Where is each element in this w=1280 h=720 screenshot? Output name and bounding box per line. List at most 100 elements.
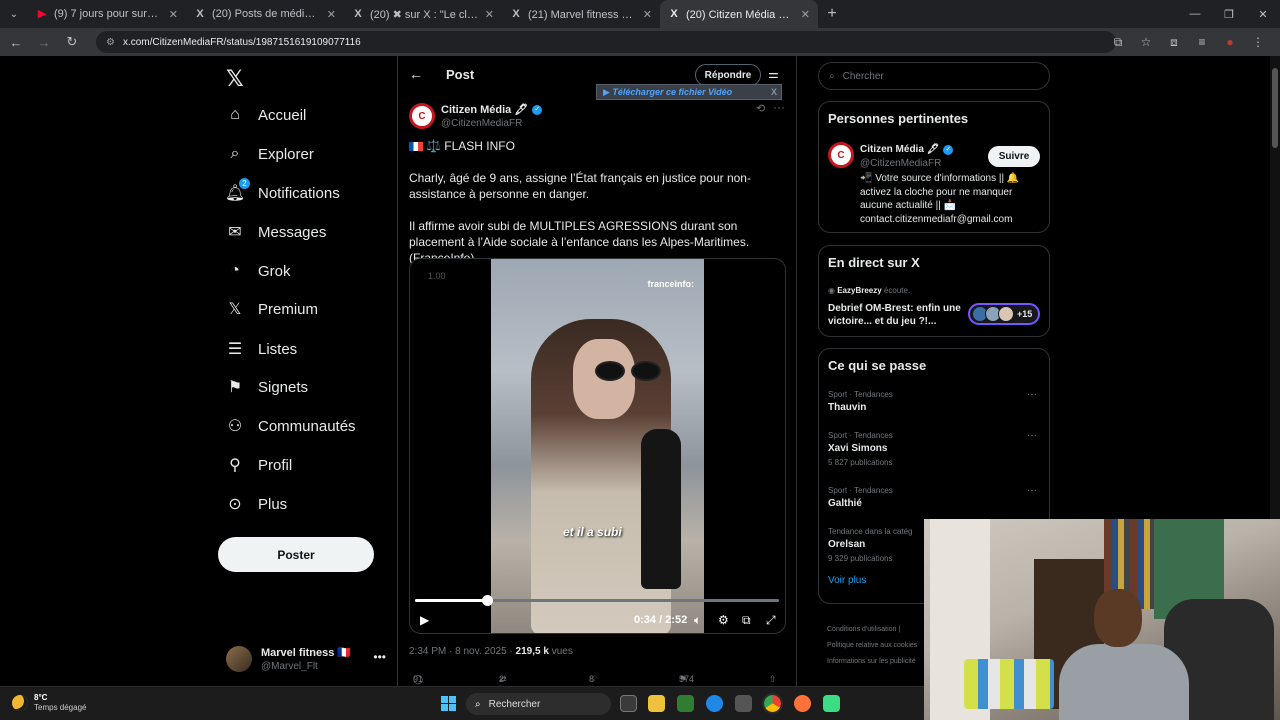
trend-category: Sport · Tendances: [828, 431, 893, 440]
account-switcher[interactable]: Marvel fitness 🇫🇷 @Marvel_Flt •••: [226, 644, 386, 674]
windows-start-icon[interactable]: [441, 696, 456, 711]
forward-arrow-icon[interactable]: →: [32, 30, 56, 54]
close-tab-icon[interactable]: ✕: [485, 8, 494, 21]
close-tab-icon[interactable]: ✕: [643, 8, 652, 21]
browser-tab-1[interactable]: ▶ (9) 7 jours pour survivre en Jun ✕: [28, 0, 186, 28]
extensions-icon[interactable]: ⧈: [1160, 30, 1188, 54]
reload-icon[interactable]: ↻: [60, 30, 84, 54]
trend-count: 5 827 publications: [828, 458, 893, 467]
taskbar-search-label: Rechercher: [488, 698, 541, 710]
firefox-icon[interactable]: [794, 695, 811, 712]
address-bar-row: ← → ↻ ⚙ x.com/CitizenMediaFR/status/1987…: [0, 28, 1280, 56]
nav-home[interactable]: ⌂ Accueil: [226, 97, 306, 133]
search-icon: ⌕: [829, 70, 835, 82]
nav-label: Grok: [258, 262, 291, 280]
nav-more[interactable]: ⊙ Plus: [226, 486, 287, 522]
video-scrub-handle[interactable]: [481, 595, 493, 606]
reply-count: 91: [413, 674, 424, 684]
nav-grok[interactable]: ◔ Grok: [226, 253, 291, 289]
browser-menu-icon[interactable]: ⋮: [1244, 30, 1272, 54]
reply-button[interactable]: Répondre: [695, 64, 761, 86]
close-tab-icon[interactable]: ✕: [169, 8, 178, 21]
settings-gear-icon[interactable]: ⚙: [718, 613, 729, 627]
video-progress-bar[interactable]: [415, 595, 779, 606]
nav-lists[interactable]: ☰ Listes: [226, 331, 297, 367]
relevant-name[interactable]: Citizen Média 🖋 ✓: [860, 144, 954, 155]
restore-icon[interactable]: ❐: [1212, 0, 1246, 28]
taskbar-search[interactable]: ⌕ Rechercher: [466, 693, 611, 715]
tab-title: (9) 7 jours pour survivre en Jun: [54, 8, 163, 20]
nav-profile[interactable]: ⚲ Profil: [226, 447, 292, 483]
video-player[interactable]: 1.00 franceinfo: et il a subi ▶ 0:34 / 2…: [409, 258, 786, 634]
play-icon[interactable]: ▶: [420, 613, 429, 627]
store-icon[interactable]: [735, 695, 752, 712]
back-arrow-icon[interactable]: ←: [4, 30, 28, 54]
video-progress-fill: [415, 599, 487, 602]
author-handle: @CitizenMediaFR: [441, 118, 523, 129]
account-name: Marvel fitness 🇫🇷: [261, 647, 352, 659]
close-tab-icon[interactable]: ✕: [801, 8, 810, 21]
fullscreen-icon[interactable]: ⤢: [766, 613, 776, 628]
nav-communities[interactable]: ⚇ Communautés: [226, 408, 356, 444]
download-video-banner[interactable]: ▶ Télécharger ce fichier Vidéo X: [596, 84, 782, 100]
xbox-icon[interactable]: [677, 695, 694, 712]
browser-tab-2[interactable]: X (20) Posts de médias de BMS | X ✕: [186, 0, 344, 28]
volume-icon[interactable]: 🔈︎: [694, 613, 701, 628]
browser-tab-5[interactable]: X (20) Citizen Média 🖋 sur X : "🇫🇷 ✕: [660, 0, 818, 28]
nav-explore[interactable]: ⌕ Explorer: [226, 136, 314, 172]
post-button[interactable]: Poster: [218, 537, 374, 572]
more-dots-icon[interactable]: ···: [1027, 430, 1037, 441]
nav-notifications[interactable]: 🔔︎ 2 Notifications: [225, 175, 340, 211]
url-field[interactable]: ⚙ x.com/CitizenMediaFR/status/1987151619…: [96, 31, 1116, 53]
tab-search-chevron-icon[interactable]: ⌄: [0, 0, 28, 28]
video-frame[interactable]: franceinfo: et il a subi: [491, 259, 704, 633]
back-arrow-icon[interactable]: ←: [409, 66, 423, 82]
tweet-author[interactable]: C Citizen Média 🖋 ✓ @CitizenMediaFR: [409, 102, 543, 130]
scrollbar-thumb[interactable]: [1272, 68, 1278, 148]
more-dots-icon[interactable]: ···: [1027, 389, 1037, 400]
picture-in-picture-icon[interactable]: ⧉: [742, 613, 751, 628]
search-input[interactable]: ⌕ Chercher: [818, 62, 1050, 90]
tweet-timestamp[interactable]: 2:34 PM · 8 nov. 2025 ·: [409, 646, 516, 657]
nav-messages[interactable]: ✉ Messages: [226, 214, 326, 250]
sliders-icon[interactable]: ⚌: [768, 67, 779, 81]
share-icon[interactable]: ⇧: [769, 674, 777, 685]
see-more-link[interactable]: Voir plus: [828, 575, 866, 586]
bookmark-star-icon[interactable]: ☆: [1132, 30, 1160, 54]
close-window-icon[interactable]: ✕: [1246, 0, 1280, 28]
footer-link[interactable]: Informations sur les publicité: [827, 654, 917, 670]
more-dots-icon[interactable]: •••: [373, 650, 386, 664]
avatar[interactable]: C: [828, 142, 854, 168]
task-view-icon[interactable]: [620, 695, 637, 712]
space-title[interactable]: Debrief OM-Brest: enfin une victoire... …: [828, 302, 964, 328]
close-banner-icon[interactable]: X: [771, 87, 777, 97]
site-info-icon[interactable]: ⚙: [106, 37, 115, 48]
grok-icon: ◔: [230, 262, 240, 279]
nav-premium[interactable]: 𝕏 Premium: [226, 291, 318, 327]
x-logo-icon[interactable]: 𝕏: [226, 66, 244, 92]
grok-explain-icon[interactable]: ⟲: [756, 102, 765, 115]
reading-list-icon[interactable]: ≡: [1188, 30, 1216, 54]
space-listeners[interactable]: +15: [968, 303, 1040, 325]
browser-tab-3[interactable]: X (20) ✖ sur X : "Le clash booba ✕: [344, 0, 502, 28]
more-dots-icon[interactable]: ···: [773, 100, 785, 114]
footer-link[interactable]: Politique relative aux cookies: [827, 638, 917, 654]
chrome-icon[interactable]: [762, 693, 783, 714]
tab-title: (20) Posts de médias de BMS | X: [212, 8, 321, 20]
footer-link[interactable]: Conditions d'utilisation |: [827, 622, 917, 638]
edge-icon[interactable]: [706, 695, 723, 712]
file-explorer-icon[interactable]: [648, 695, 665, 712]
follow-button[interactable]: Suivre: [988, 146, 1040, 167]
window-controls: — ❐ ✕: [1178, 0, 1280, 28]
minimize-icon[interactable]: —: [1178, 0, 1212, 28]
more-dots-icon[interactable]: ···: [1027, 485, 1037, 496]
profile-avatar-icon[interactable]: ●: [1216, 30, 1244, 54]
tweet-actions: ◯ 91 ⇄ 2 k ♡ 8 k ⚑ 574 ⇧: [409, 674, 789, 694]
browser-tab-4[interactable]: X (21) Marvel fitness 🇫🇷 (@Marvel ✕: [502, 0, 660, 28]
install-app-icon[interactable]: ⧉: [1104, 30, 1132, 54]
android-app-icon[interactable]: [823, 695, 840, 712]
weather-widget[interactable]: 8°C Temps dégagé: [12, 693, 86, 712]
nav-bookmarks[interactable]: ⚑ Signets: [226, 369, 308, 405]
new-tab-icon[interactable]: +: [818, 5, 846, 23]
close-tab-icon[interactable]: ✕: [327, 8, 336, 21]
